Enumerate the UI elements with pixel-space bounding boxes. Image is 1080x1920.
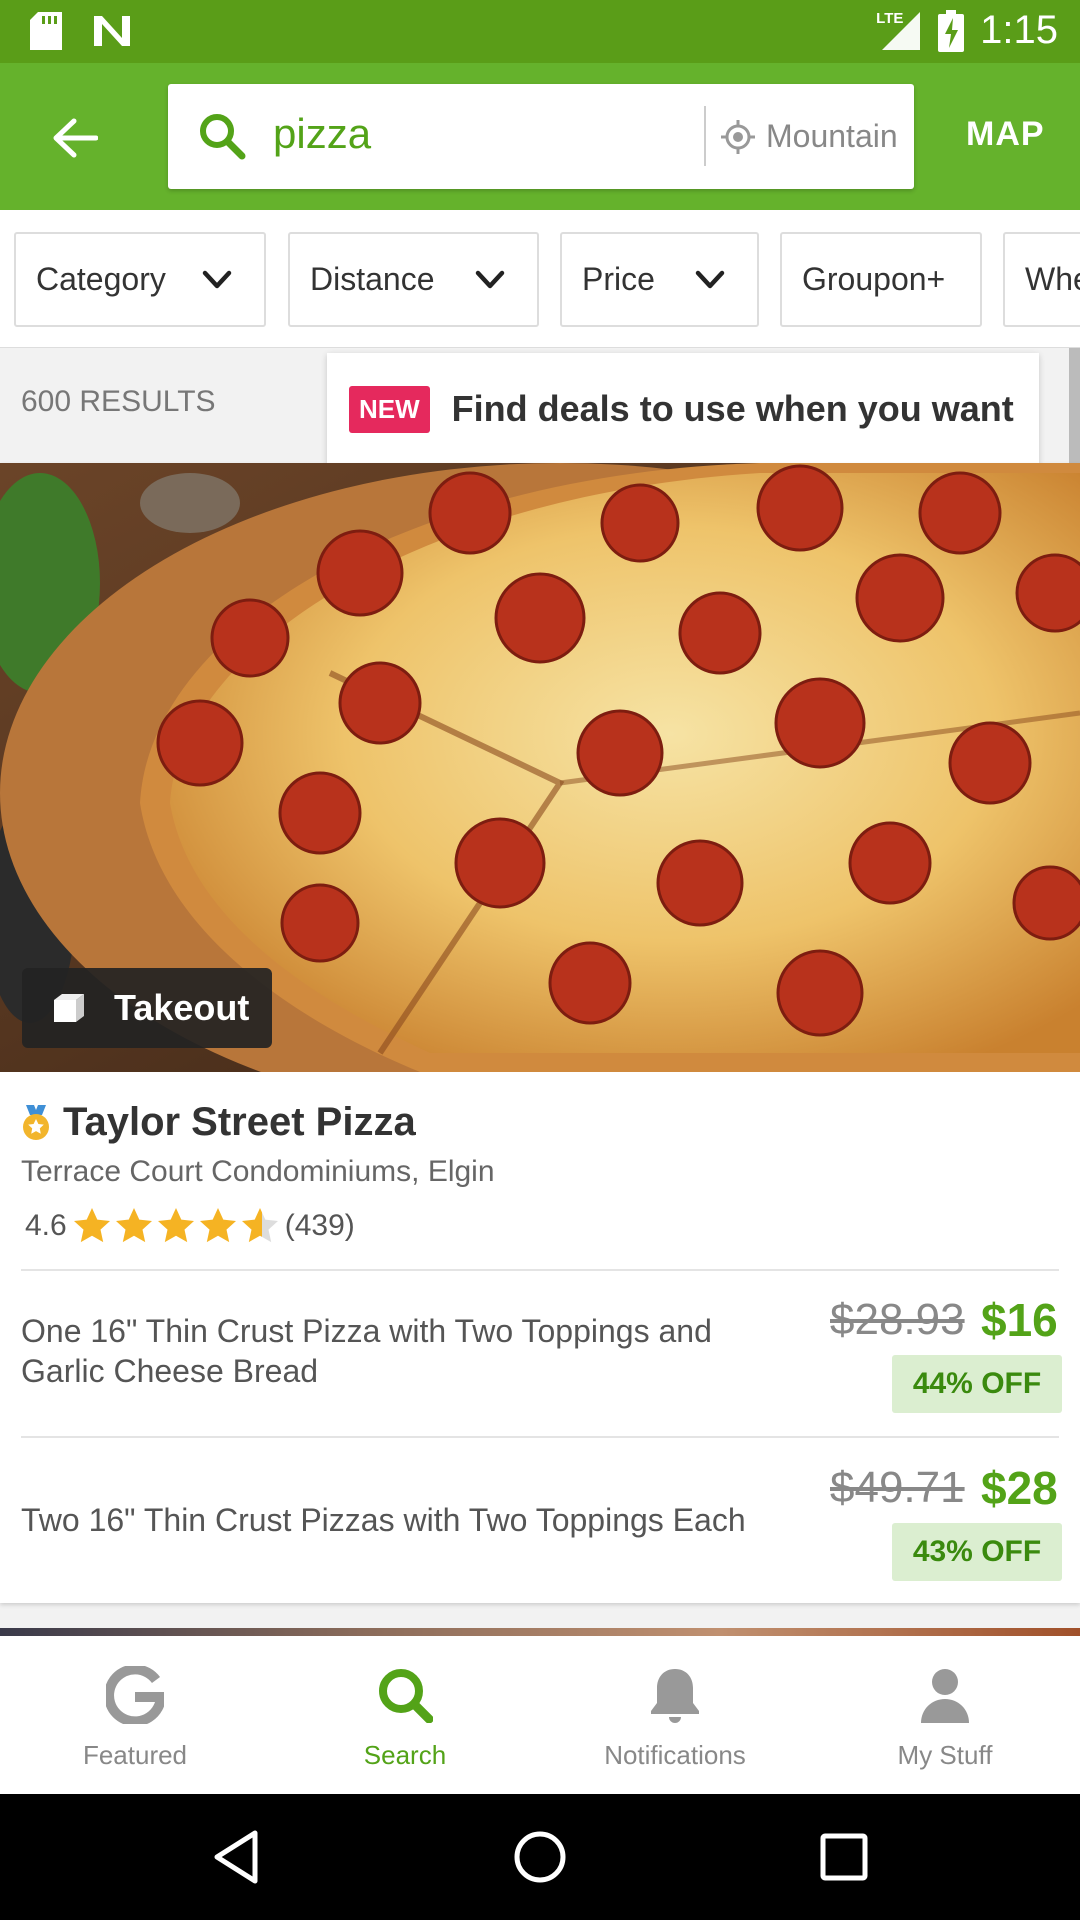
bottom-nav: Featured Search Notifications My Stuff xyxy=(0,1636,1080,1794)
bell-icon xyxy=(651,1669,699,1723)
merchant-location: Terrace Court Condominiums, Elgin xyxy=(21,1155,495,1188)
nav-notifications[interactable]: Notifications xyxy=(540,1636,810,1794)
chevron-down-icon xyxy=(202,270,232,289)
back-button[interactable] xyxy=(40,103,110,173)
filter-price[interactable]: Price xyxy=(560,232,759,327)
discount-badge: 43% OFF xyxy=(892,1523,1062,1581)
rating-value: 4.6 xyxy=(25,1209,67,1242)
takeout-bag-icon xyxy=(54,994,84,1022)
tooltip-text: Find deals to use when you want xyxy=(451,388,1014,429)
takeout-badge: Takeout xyxy=(22,968,272,1048)
search-icon xyxy=(200,114,246,160)
lte-signal-icon: LTE xyxy=(876,10,922,52)
star-full-icon xyxy=(157,1208,194,1243)
discount-badge: 44% OFF xyxy=(892,1355,1062,1413)
triangle-back-icon xyxy=(214,1830,258,1884)
original-price: $28.93 xyxy=(830,1295,965,1344)
review-count: (439) xyxy=(284,1209,355,1242)
deal-image[interactable]: Takeout xyxy=(0,463,1080,1072)
map-button[interactable]: MAP xyxy=(966,115,1045,154)
system-home-button[interactable] xyxy=(507,1824,573,1890)
original-price: $49.71 xyxy=(830,1463,965,1512)
deal-price: $16 xyxy=(981,1294,1058,1346)
filter-category[interactable]: Category xyxy=(14,232,266,327)
location-input[interactable]: Mountain xyxy=(766,118,906,155)
sd-card-icon xyxy=(30,12,62,50)
new-badge: NEW xyxy=(349,385,430,433)
divider xyxy=(21,1269,1059,1271)
nav-label: Featured xyxy=(82,1740,188,1770)
nav-label: Notifications xyxy=(604,1740,746,1770)
chevron-down-icon xyxy=(695,270,725,289)
clock: 1:15 xyxy=(980,8,1058,52)
filter-label: Groupon+ xyxy=(802,261,946,297)
filter-bar: Category Distance Price Groupon+ Whe xyxy=(0,210,1080,348)
filter-groupon-plus[interactable]: Groupon+ xyxy=(780,232,982,327)
nav-my-stuff[interactable]: My Stuff xyxy=(810,1636,1080,1794)
new-feature-tooltip[interactable]: NEW Find deals to use when you want xyxy=(327,353,1039,465)
nav-label: My Stuff xyxy=(897,1740,993,1770)
location-target-icon xyxy=(721,120,755,154)
filter-label: Category xyxy=(36,261,166,297)
divider xyxy=(21,1436,1059,1438)
search-input[interactable]: pizza xyxy=(273,110,371,158)
star-full-icon xyxy=(115,1208,152,1243)
option-title: Two 16" Thin Crust Pizzas with Two Toppi… xyxy=(21,1502,746,1538)
chevron-down-icon xyxy=(475,270,505,289)
back-arrow-icon xyxy=(53,118,98,158)
rating-row: 4.6 (439) xyxy=(25,1205,355,1247)
medal-icon xyxy=(23,1105,49,1140)
filter-distance[interactable]: Distance xyxy=(288,232,539,327)
deal-card[interactable]: Takeout Taylor Street Pizza Terrace Cour… xyxy=(0,463,1080,1603)
search-divider xyxy=(704,106,706,166)
star-full-icon xyxy=(73,1208,110,1243)
search-box[interactable]: pizza Mountain xyxy=(168,84,914,189)
circle-home-icon xyxy=(514,1831,566,1883)
nav-search[interactable]: Search xyxy=(270,1636,540,1794)
square-recents-icon xyxy=(820,1833,868,1881)
nav-label: Search xyxy=(363,1740,447,1770)
nav-featured[interactable]: Featured xyxy=(0,1636,270,1794)
person-icon xyxy=(921,1669,969,1723)
deal-price: $28 xyxy=(981,1462,1058,1514)
star-partial-icon xyxy=(241,1208,278,1243)
battery-charging-icon xyxy=(938,9,965,52)
n-notification-icon xyxy=(94,16,130,46)
system-back-button[interactable] xyxy=(203,1824,269,1890)
takeout-label: Takeout xyxy=(114,987,250,1028)
app-header: pizza Mountain MAP xyxy=(0,63,1080,210)
results-count: 600 RESULTS xyxy=(21,385,216,418)
groupon-g-icon xyxy=(106,1666,164,1724)
merchant-name[interactable]: Taylor Street Pizza xyxy=(63,1100,416,1145)
star-full-icon xyxy=(199,1208,236,1243)
system-recents-button[interactable] xyxy=(811,1824,877,1890)
star-rating xyxy=(71,1205,281,1247)
filter-label: Distance xyxy=(310,261,435,297)
system-nav-bar xyxy=(0,1794,1080,1920)
search-icon xyxy=(379,1669,433,1723)
filter-when[interactable]: Whe xyxy=(1003,232,1080,327)
status-bar: LTE 1:15 xyxy=(0,0,1080,63)
scrollbar[interactable] xyxy=(1069,348,1080,468)
filter-label: Price xyxy=(582,261,655,297)
option-title: One 16" Thin Crust Pizza with Two Toppin… xyxy=(21,1313,712,1389)
filter-label: Whe xyxy=(1025,261,1080,297)
